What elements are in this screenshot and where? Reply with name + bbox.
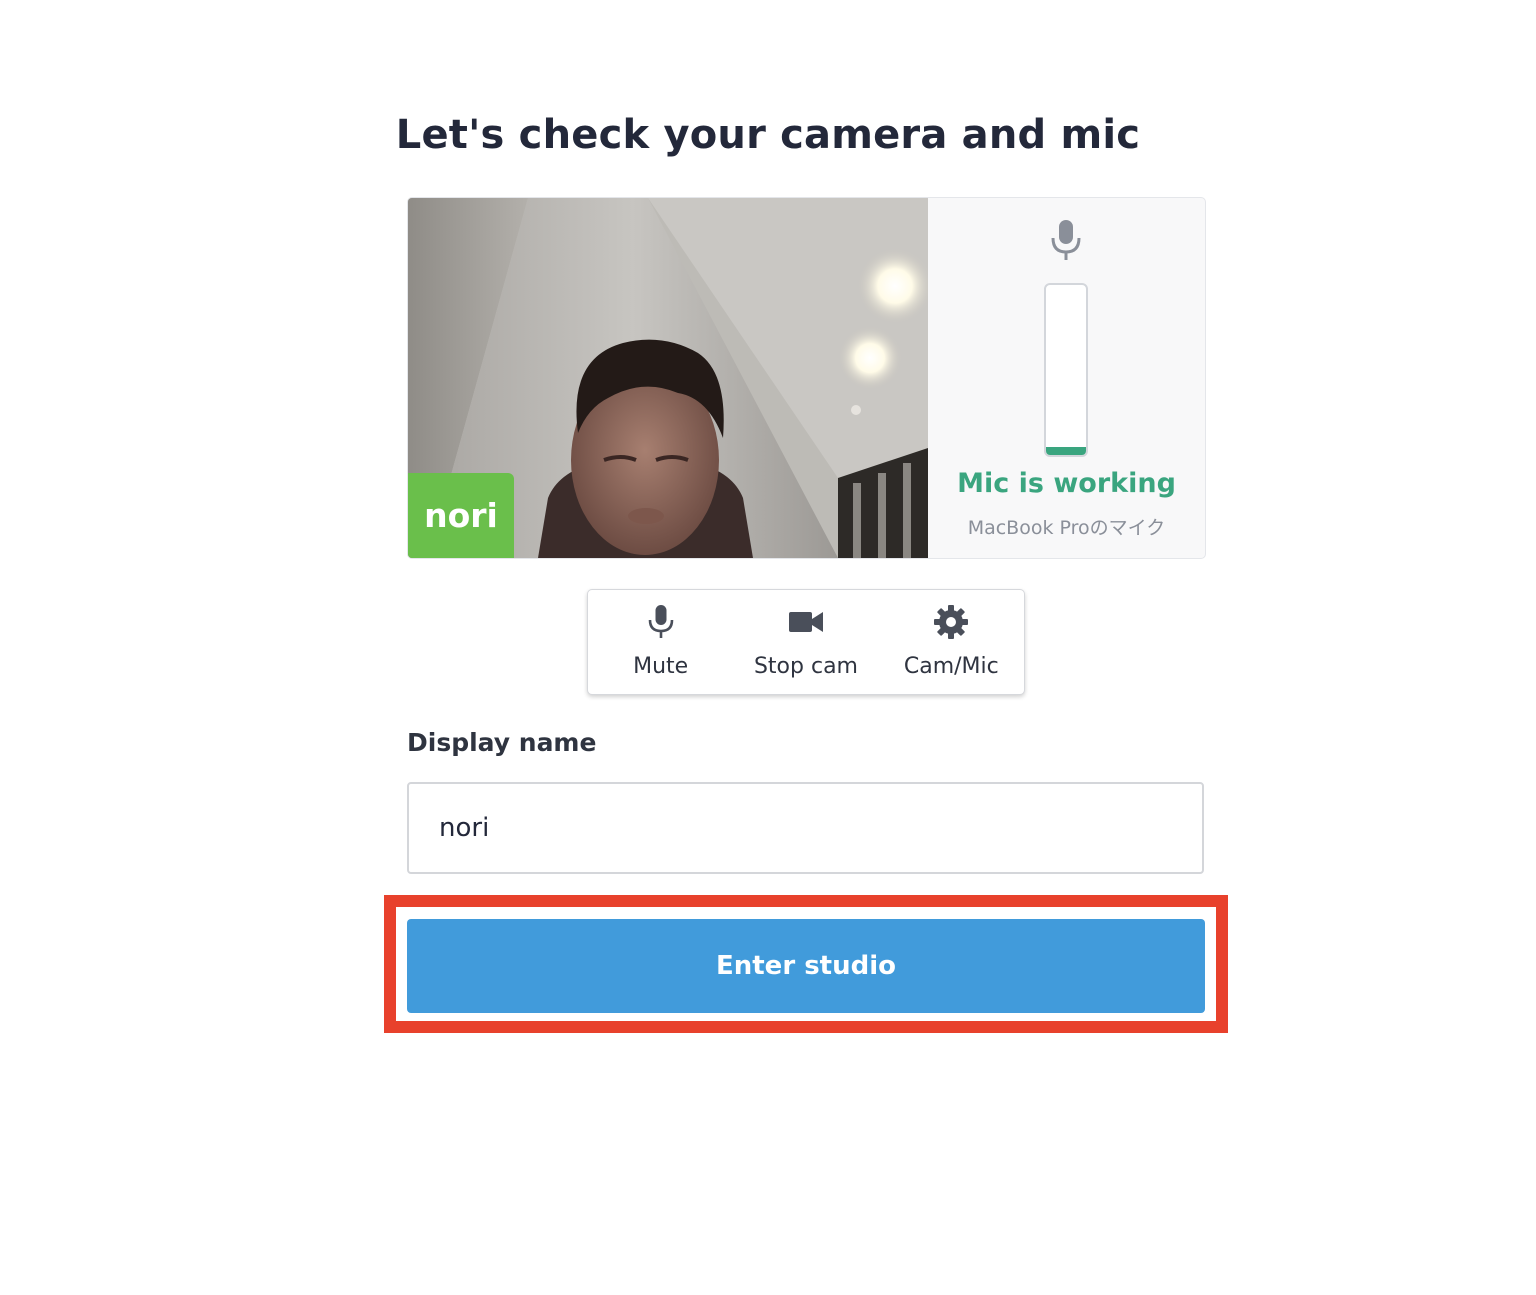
stop-cam-button[interactable]: Stop cam xyxy=(733,590,878,694)
display-name-input[interactable] xyxy=(407,782,1204,874)
mic-check-area: Mic is working MacBook Proのマイク xyxy=(928,198,1205,558)
camera-video-preview: nori xyxy=(408,198,928,558)
check-camera-mic-page: Let's check your camera and mic nori Mic… xyxy=(0,0,1536,1295)
cam-mic-button-label: Cam/Mic xyxy=(903,654,999,679)
preview-panel: nori Mic is working MacBook Proのマイク xyxy=(407,197,1206,559)
mic-device-name: MacBook Proのマイク xyxy=(967,517,1166,539)
mute-button-label: Mute xyxy=(633,654,689,679)
mute-button[interactable]: Mute xyxy=(588,590,733,694)
mic-level-meter xyxy=(1044,283,1088,457)
gear-icon xyxy=(933,604,969,640)
stop-cam-button-label: Stop cam xyxy=(753,654,858,679)
media-controls-bar: Mute Stop cam Cam/Mic xyxy=(587,589,1025,695)
mic-level-fill xyxy=(1046,446,1086,455)
microphone-icon xyxy=(643,604,679,640)
display-name-label: Display name xyxy=(407,728,597,757)
page-title: Let's check your camera and mic xyxy=(395,112,1141,158)
cam-mic-settings-button[interactable]: Cam/Mic xyxy=(879,590,1024,694)
mic-status-text: Mic is working xyxy=(957,468,1176,499)
video-camera-icon xyxy=(788,604,824,640)
participant-name-tag: nori xyxy=(408,473,514,558)
microphone-icon xyxy=(1046,218,1086,264)
enter-studio-button[interactable]: Enter studio xyxy=(407,919,1205,1013)
